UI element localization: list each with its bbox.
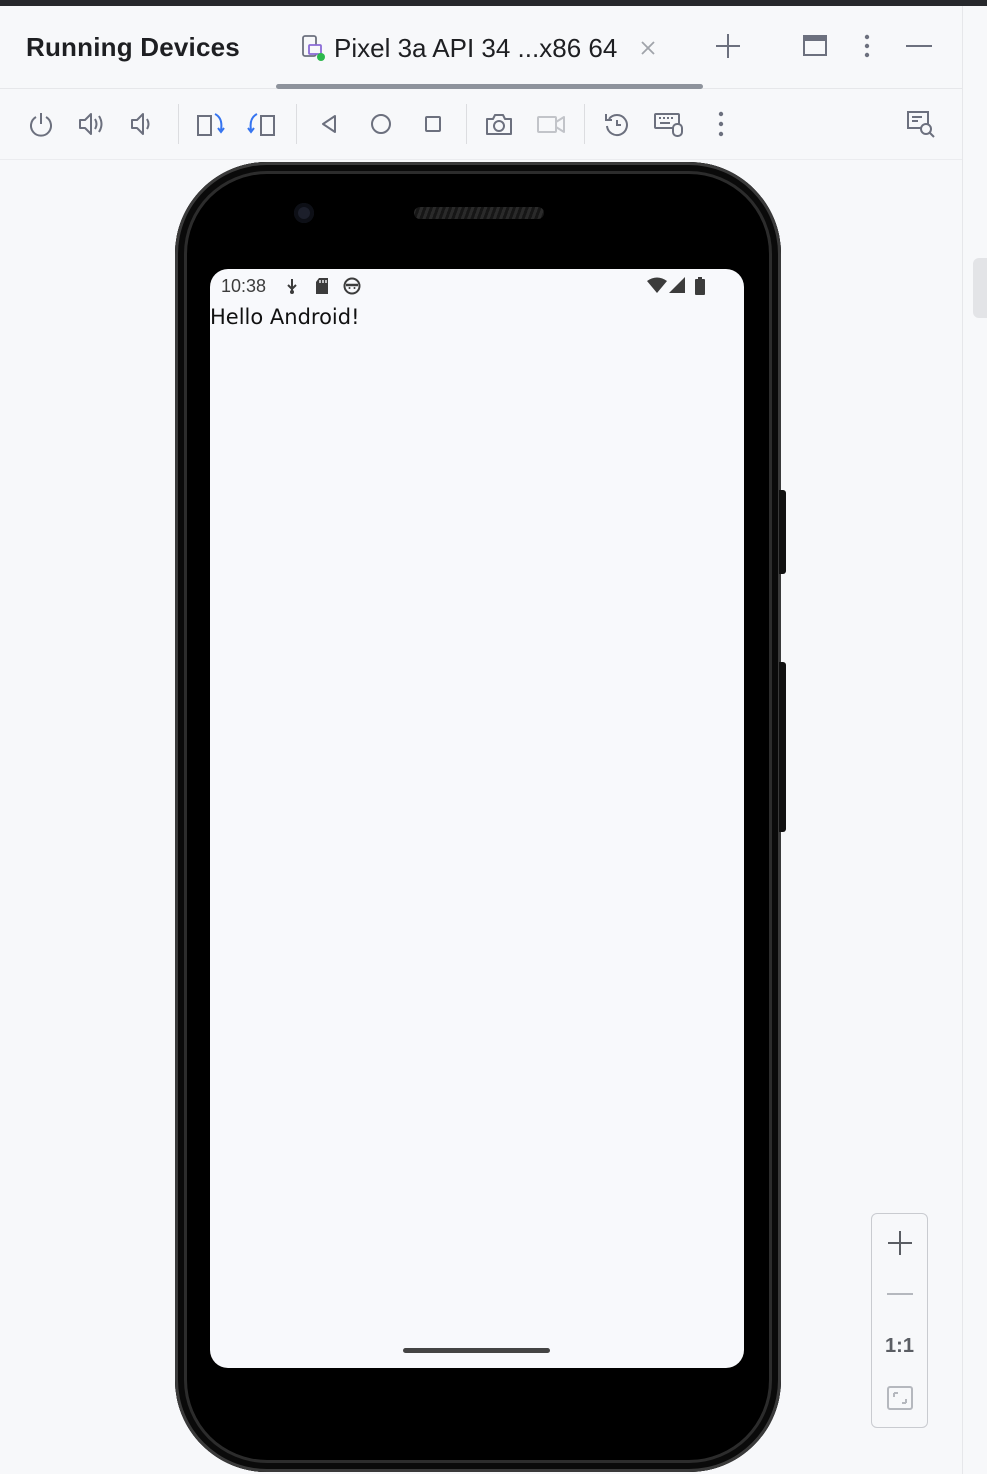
minus-icon [886,1291,914,1297]
volume-down-icon [128,110,156,138]
window-icon [802,33,828,59]
panel-header: Running Devices Pixel 3a API 34 ...x86 6… [0,6,962,89]
android-face-icon [343,277,361,295]
rotate-right-icon [247,110,279,138]
plus-icon [886,1229,914,1257]
tab-label: Pixel 3a API 34 ...x86 64 [334,32,618,63]
fit-screen-icon [886,1384,914,1412]
device-toolbar [0,89,962,160]
power-icon [27,110,55,138]
reset-button[interactable] [599,106,635,142]
window-mode-button[interactable] [797,28,833,64]
earpiece-speaker [414,207,544,219]
hello-text: Hello Android! [210,305,360,329]
add-tab-button[interactable] [710,28,746,64]
sd-card-icon [314,277,330,295]
cell-signal-icon [669,277,685,293]
status-time: 10:38 [221,276,267,296]
front-camera [294,203,314,223]
rotate-left-icon [195,110,227,138]
more-vertical-icon [717,110,725,138]
right-tool-rail [962,6,987,1474]
device-icon [300,33,326,63]
zoom-in-button[interactable] [872,1218,927,1268]
battery-icon [695,277,705,295]
actual-size-button[interactable]: 1:1 [872,1321,927,1371]
screen-record-button[interactable] [533,106,569,142]
device-power-key [779,490,786,574]
wifi-icon [647,277,667,293]
rotate-right-button[interactable] [245,106,281,142]
zoom-controls: 1:1 [871,1213,928,1428]
toolbar-more-button[interactable] [703,106,739,142]
screenshot-button[interactable] [481,106,517,142]
volume-down-button[interactable] [124,106,160,142]
device-volume-keys [779,662,786,832]
keyboard-mouse-button[interactable] [651,106,687,142]
toolbar-separator [296,104,297,144]
more-vertical-icon [863,33,871,59]
screenshot-icon [484,111,514,137]
toolbar-separator [584,104,585,144]
power-button[interactable] [23,106,59,142]
overview-button[interactable] [415,106,451,142]
keyboard-mouse-icon [653,110,685,138]
volume-up-button[interactable] [74,106,110,142]
device-mirroring-icon [905,109,937,139]
zoom-out-button[interactable] [872,1269,927,1319]
rail-tab[interactable] [973,258,987,318]
close-icon[interactable] [639,39,657,57]
toolbar-separator [466,104,467,144]
home-icon [369,112,393,136]
usb-debug-icon [284,277,300,295]
back-button[interactable] [311,106,347,142]
add-icon [714,32,742,60]
header-more-button[interactable] [849,28,885,64]
minimize-button[interactable] [901,28,937,64]
screen-record-icon [535,111,567,137]
rotate-left-button[interactable] [193,106,229,142]
back-icon [317,112,341,136]
fit-screen-button[interactable] [872,1373,927,1423]
gesture-home-indicator[interactable] [403,1348,550,1353]
device-screen[interactable]: 10:38 Hello Android! [210,269,744,1368]
tab-pixel-3a[interactable]: Pixel 3a API 34 ...x86 64 [300,28,657,68]
minimize-icon [905,43,933,49]
volume-up-icon [77,110,107,138]
toolbar-separator [178,104,179,144]
status-bar: 10:38 [210,269,744,303]
overview-icon [422,113,444,135]
actual-size-label: 1:1 [885,1334,914,1357]
panel-title: Running Devices [26,32,240,62]
home-button[interactable] [363,106,399,142]
device-mirroring-button[interactable] [903,106,939,142]
reset-icon [603,110,631,138]
